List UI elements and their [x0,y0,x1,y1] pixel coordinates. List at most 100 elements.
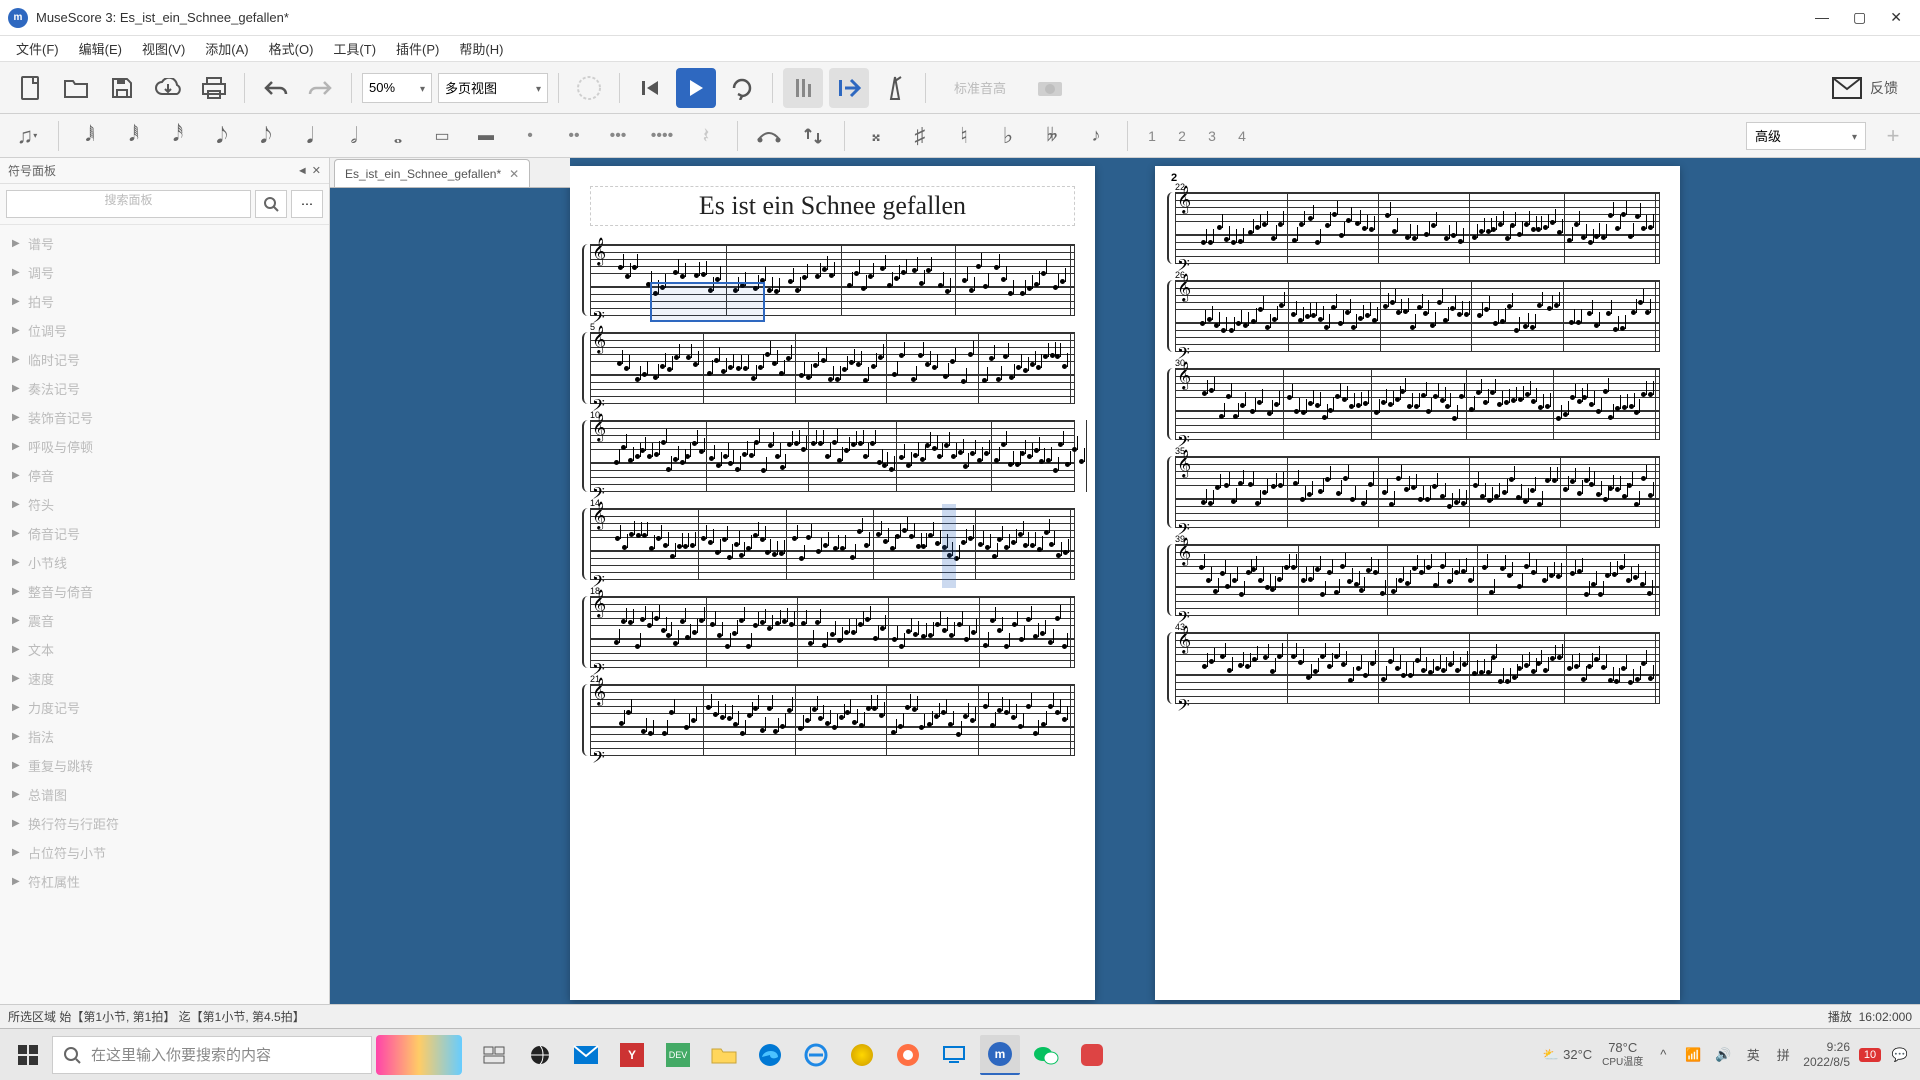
palette-item[interactable]: ▶总谱图 [0,780,329,809]
flat-button[interactable]: ♭ [991,118,1025,154]
taskbar-search-input[interactable]: 在这里输入你要搜索的内容 [52,1036,372,1074]
duration-8th-button[interactable]: 𝅘𝅥𝅮 [205,118,239,154]
palette-item[interactable]: ▶占位符与小节 [0,838,329,867]
taskbar-widget[interactable] [376,1035,462,1075]
palette-item[interactable]: ▶整音与倚音 [0,577,329,606]
taskbar-wechat-icon[interactable] [1026,1035,1066,1075]
close-button[interactable]: ✕ [1890,9,1902,26]
palette-item[interactable]: ▶倚音记号 [0,519,329,548]
menu-plugins[interactable]: 插件(P) [386,36,449,61]
double-sharp-button[interactable]: 𝄪 [859,118,893,154]
palette-item[interactable]: ▶奏法记号 [0,374,329,403]
start-button[interactable] [4,1035,52,1075]
palette-item[interactable]: ▶小节线 [0,548,329,577]
palette-item[interactable]: ▶呼吸与停顿 [0,432,329,461]
taskbar-app-icon[interactable] [520,1035,560,1075]
duration-8th-alt-button[interactable]: 𝅘𝅥𝅮 [249,118,283,154]
minimize-button[interactable]: — [1815,9,1829,26]
palette-item[interactable]: ▶装饰音记号 [0,403,329,432]
duration-32nd-button[interactable]: 𝅘𝅥𝅱 [117,118,151,154]
feedback-label[interactable]: 反馈 [1870,78,1898,98]
palette-search-button[interactable] [255,190,287,218]
palette-item[interactable]: ▶符杠属性 [0,867,329,896]
task-view-button[interactable] [474,1035,514,1075]
note-input-mode-button[interactable]: ♫▾ [10,118,44,154]
score-viewport[interactable]: Es_ist_ein_Schnee_gefallen* ✕ Es ist ein… [330,158,1920,1004]
duration-breve-button[interactable]: ▭ [425,118,459,154]
pan-button[interactable] [829,68,869,108]
flip-direction-button[interactable] [796,118,830,154]
double-dot-button[interactable]: •• [557,118,591,154]
menu-file[interactable]: 文件(F) [6,36,69,61]
count-in-button[interactable] [783,68,823,108]
play-button[interactable] [676,68,716,108]
natural-button[interactable]: ♮ [947,118,981,154]
open-file-button[interactable] [56,68,96,108]
menu-edit[interactable]: 编辑(E) [69,36,132,61]
duration-quarter-button[interactable]: 𝅘𝅥 [293,118,327,154]
undo-button[interactable] [255,68,295,108]
taskbar-ie-icon[interactable] [796,1035,836,1075]
augmentation-dot-button[interactable]: • [513,118,547,154]
palette-item[interactable]: ▶震音 [0,606,329,635]
staff-system[interactable]: 10𝄞𝄢 [590,420,1075,492]
staff-system[interactable]: 5𝄞𝄢 [590,332,1075,404]
palette-list[interactable]: ▶谱号 ▶调号 ▶拍号 ▶位调号 ▶临时记号 ▶奏法记号 ▶装饰音记号 ▶呼吸与… [0,225,329,1004]
palette-item[interactable]: ▶调号 [0,258,329,287]
metronome-button[interactable] [875,68,915,108]
palette-item[interactable]: ▶速度 [0,664,329,693]
tray-volume-icon[interactable]: 🔊 [1713,1047,1733,1063]
taskbar-mail-icon[interactable] [566,1035,606,1075]
redo-button[interactable] [301,68,341,108]
staff-system[interactable]: 30𝄞𝄢 [1175,368,1660,440]
taskbar-app-icon[interactable] [842,1035,882,1075]
score-page-1[interactable]: Es ist ein Schnee gefallen 𝄞𝄢5𝄞𝄢10𝄞𝄢14𝄞𝄢… [570,166,1095,1000]
palette-more-button[interactable]: ⋯ [291,190,323,218]
taskbar-edge-icon[interactable] [750,1035,790,1075]
staff-system[interactable]: 21𝄞𝄢 [590,684,1075,756]
taskbar-app-icon[interactable]: DEV [658,1035,698,1075]
screenshot-button[interactable] [1030,68,1070,108]
taskbar-explorer-icon[interactable] [704,1035,744,1075]
print-button[interactable] [194,68,234,108]
palette-item[interactable]: ▶换行符与行距符 [0,809,329,838]
staff-system[interactable]: 14𝄞𝄢 [590,508,1075,580]
loop-button[interactable] [722,68,762,108]
ime-mode[interactable]: 拼 [1773,1045,1793,1064]
tray-clock[interactable]: 9:262022/8/5 [1803,1040,1850,1069]
menu-add[interactable]: 添加(A) [195,36,258,61]
palette-item[interactable]: ▶力度记号 [0,693,329,722]
rest-button[interactable]: 𝄽 [689,118,723,154]
menu-tools[interactable]: 工具(T) [323,36,386,61]
tray-network-icon[interactable]: 📶 [1683,1047,1703,1063]
taskbar-app-icon[interactable] [934,1035,974,1075]
staff-system[interactable]: 43𝄞𝄢 [1175,632,1660,704]
score-title[interactable]: Es ist ein Schnee gefallen [590,186,1075,226]
cpu-temp-widget[interactable]: 78°CCPU温度 [1602,1041,1643,1068]
menu-view[interactable]: 视图(V) [132,36,195,61]
grace-note-button[interactable]: ♪ [1079,118,1113,154]
palette-item[interactable]: ▶指法 [0,722,329,751]
palette-item[interactable]: ▶位调号 [0,316,329,345]
ime-lang[interactable]: 英 [1743,1045,1763,1064]
tray-notification-button[interactable]: 10 [1860,1048,1880,1062]
add-workspace-button[interactable]: + [1876,118,1910,154]
palette-item[interactable]: ▶重复与跳转 [0,751,329,780]
zoom-select[interactable]: 50% [362,73,432,103]
staff-system[interactable]: 35𝄞𝄢 [1175,456,1660,528]
tab-close-button[interactable]: ✕ [509,167,519,181]
menu-format[interactable]: 格式(O) [259,36,324,61]
cloud-save-button[interactable] [148,68,188,108]
tray-overflow-button[interactable]: ^ [1653,1047,1673,1062]
taskbar-app-icon[interactable]: Y [612,1035,652,1075]
document-tab[interactable]: Es_ist_ein_Schnee_gefallen* ✕ [334,159,530,187]
rewind-button[interactable] [630,68,670,108]
palette-item[interactable]: ▶谱号 [0,229,329,258]
tray-action-center-button[interactable]: 💬 [1890,1047,1910,1063]
palette-search-input[interactable]: 搜索面板 [6,190,251,218]
tie-button[interactable] [752,118,786,154]
duration-64th-button[interactable]: 𝅘𝅥𝅲 [73,118,107,154]
palette-item[interactable]: ▶临时记号 [0,345,329,374]
palette-close-button[interactable]: ✕ [312,164,321,177]
voice-3-button[interactable]: 3 [1202,128,1222,144]
